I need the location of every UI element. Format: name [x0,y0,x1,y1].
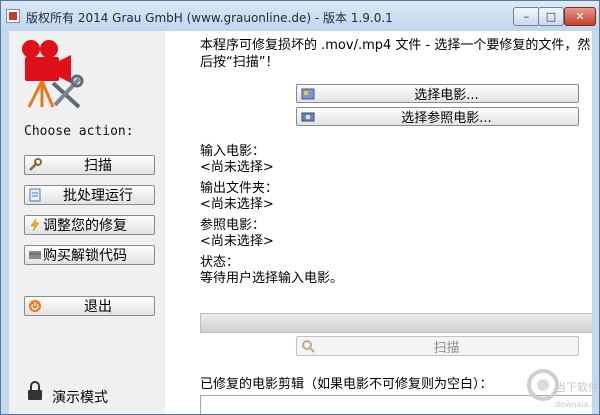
exit-label: 退出 [84,299,112,315]
repaired-clips-list[interactable] [200,395,592,414]
batch-run-button[interactable]: 批处理运行 [24,185,155,205]
camera-icon [301,112,315,122]
adjust-repair-button[interactable]: 调整您的修复 [24,215,155,235]
select-movie-label: 选择电影... [414,88,479,103]
cart-icon [28,248,42,262]
lightning-icon [28,218,42,232]
maximize-button[interactable]: □ [538,7,564,26]
adjust-repair-label: 调整您的修复 [43,218,127,234]
status-value: 等待用户选择输入电影。 [200,271,344,286]
wrench-icon [28,158,42,172]
app-icon [6,9,20,23]
magnifier-icon [302,340,315,353]
status-label: 状态： [200,255,240,270]
select-reference-button[interactable]: 选择参照电影... [296,107,579,126]
output-folder-label: 输出文件夹： [200,181,279,196]
title-bar[interactable]: 版权所有 2014 Grau GmbH (www.grauonline.de) … [1,1,599,31]
reference-movie-value: <尚未选择> [200,234,274,249]
scan-button-label: 扫描 [433,340,460,356]
batch-run-label: 批处理运行 [63,188,133,204]
input-movie-value: <尚未选择> [200,160,274,175]
window-title: 版权所有 2014 Grau GmbH (www.grauonline.de) … [26,11,393,25]
input-movie-label: 输入电影： [200,144,266,159]
power-icon [28,299,42,313]
progress-bar [200,313,592,333]
minimize-button[interactable]: – [513,7,540,26]
buy-unlock-label: 购买解锁代码 [43,248,127,264]
movie-folder-icon [301,88,315,100]
camera-tools-logo [22,40,84,109]
select-movie-button[interactable]: 选择电影... [296,84,579,103]
app-window: 版权所有 2014 Grau GmbH (www.grauonline.de) … [0,0,600,415]
choose-action-label: Choose action: [24,124,134,139]
demo-mode-label: 演示模式 [52,390,108,406]
close-button[interactable]: ✕ [564,7,596,26]
scan-action-label: 扫描 [84,158,112,174]
exit-button[interactable]: 退出 [24,296,155,316]
instructions-text: 本程序可修复损坏的 .mov/.mp4 文件 - 选择一个要修复的文件，然后按“… [200,38,591,70]
lock-icon [28,381,42,400]
main-panel: 本程序可修复损坏的 .mov/.mp4 文件 - 选择一个要修复的文件，然后按“… [165,31,592,414]
client-area: Choose action: 扫描 批处理运行 调整您的修复 购买解锁代码 退出… [9,31,592,414]
buy-unlock-button[interactable]: 购买解锁代码 [24,245,155,265]
select-reference-label: 选择参照电影... [401,111,492,126]
scan-button[interactable]: 扫描 [296,336,579,356]
scan-action-button[interactable]: 扫描 [24,155,155,175]
document-icon [28,188,42,202]
repaired-clips-label: 已修复的电影剪辑（如果电影不可修复则为空白）： [200,377,493,392]
reference-movie-label: 参照电影： [200,218,266,233]
output-folder-value: <尚未选择> [200,197,274,212]
action-sidebar: Choose action: 扫描 批处理运行 调整您的修复 购买解锁代码 退出… [9,31,165,414]
